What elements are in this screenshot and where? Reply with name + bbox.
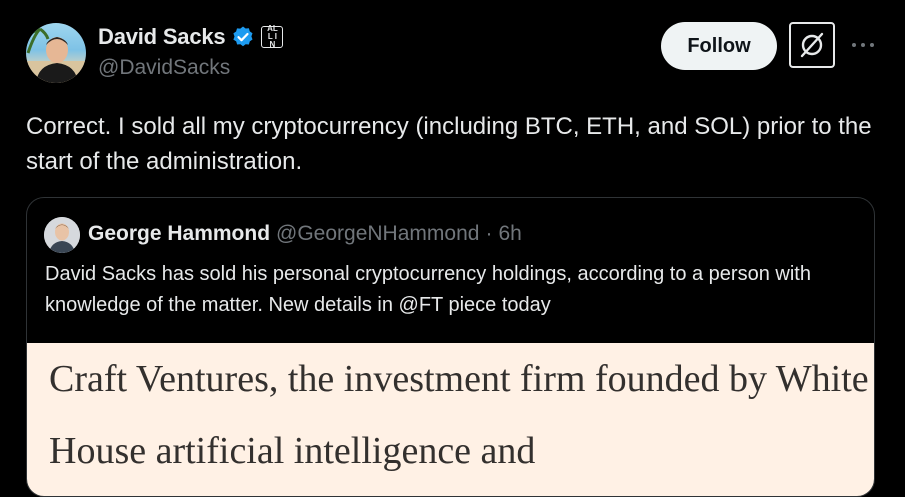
grok-button[interactable]: [789, 22, 835, 68]
more-button[interactable]: [849, 28, 877, 62]
author-avatar[interactable]: [26, 23, 86, 83]
quote-author-name[interactable]: George Hammond: [88, 222, 270, 246]
affiliate-badge-icon[interactable]: ALL IN: [261, 24, 284, 49]
verified-badge-icon[interactable]: [231, 25, 255, 49]
author-name-row: David Sacks ALL IN: [98, 24, 284, 50]
quote-text: David Sacks has sold his personal crypto…: [45, 263, 811, 316]
quote-header: George Hammond @GeorgeNHammond · 6h: [88, 222, 522, 246]
quote-author-avatar[interactable]: [44, 217, 80, 253]
affiliate-badge-text: ALL IN: [267, 24, 278, 49]
grok-icon: [800, 32, 824, 58]
author-handle[interactable]: @DavidSacks: [98, 56, 230, 80]
follow-button[interactable]: Follow: [661, 22, 777, 70]
quote-image-text: Craft Ventures, the investment firm foun…: [49, 358, 869, 472]
quoted-tweet[interactable]: George Hammond @GeorgeNHammond · 6h Davi…: [26, 197, 875, 497]
more-icon: [852, 43, 874, 47]
quote-timestamp[interactable]: 6h: [498, 222, 521, 246]
quote-author-handle[interactable]: @GeorgeNHammond: [276, 222, 479, 246]
tweet-text: Correct. I sold all my cryptocurrency (i…: [26, 113, 872, 175]
author-name[interactable]: David Sacks: [98, 24, 226, 50]
quote-separator: ·: [485, 222, 493, 245]
